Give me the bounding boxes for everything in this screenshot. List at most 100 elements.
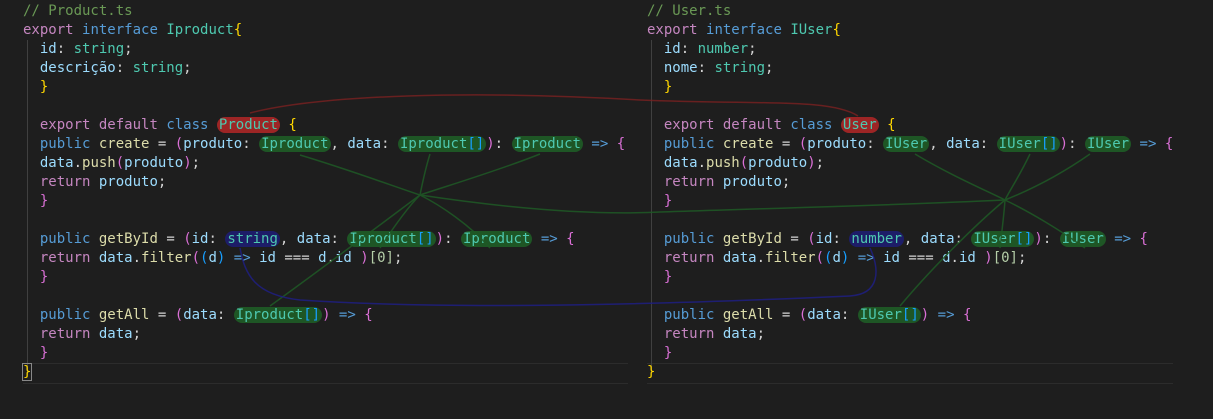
code-line[interactable]: public getById = (id: string, data: Ipro… [23, 230, 628, 249]
type: IUser [973, 231, 1016, 247]
type-highlighted: IUser [1059, 231, 1106, 247]
punct: . [326, 250, 335, 266]
brace: } [39, 269, 49, 285]
punct: : [115, 60, 133, 76]
keyword: public [663, 231, 715, 247]
type: Iproduct [349, 231, 417, 247]
code-line[interactable]: id: number; [647, 40, 1177, 59]
code-line[interactable]: } [23, 192, 628, 211]
code-line[interactable]: id: string; [23, 40, 628, 59]
punct: : [216, 307, 234, 323]
brace: } [647, 364, 656, 380]
brace: { [288, 117, 297, 133]
code-line[interactable]: export interface IUser{ [647, 21, 1177, 40]
type-highlighted: IUser[] [857, 307, 921, 323]
punct: ; [1017, 250, 1027, 266]
code-line[interactable]: public getById = (id: number, data: IUse… [647, 230, 1177, 249]
bracket: [] [1015, 231, 1033, 247]
code-line[interactable]: nome: string; [647, 59, 1177, 78]
code-line[interactable] [23, 211, 628, 230]
code-line[interactable]: } [647, 192, 1177, 211]
code-line[interactable]: return produto; [23, 173, 628, 192]
punct: : [832, 231, 850, 247]
editor-pane-product[interactable]: // Product.ts export interface Iproduct{… [21, 2, 628, 384]
code-line[interactable]: } [21, 363, 628, 382]
code-line[interactable]: } [23, 344, 628, 363]
punct: : [444, 231, 461, 247]
keyword: default [98, 117, 158, 133]
param: data [920, 231, 955, 247]
param: data [183, 307, 217, 323]
code-line[interactable]: data.push(produto); [23, 154, 628, 173]
punct: ; [124, 41, 133, 57]
method-name: filter [765, 250, 816, 266]
code-line[interactable]: } [23, 268, 628, 287]
paren: ( [798, 136, 808, 152]
punct: . [950, 250, 959, 266]
arrow: => [849, 250, 884, 266]
code-line[interactable]: return data; [647, 325, 1177, 344]
code-line[interactable]: public getAll = (data: IUser[]) => { [647, 306, 1177, 325]
code-line[interactable]: public getAll = (data: Iproduct[]) => { [23, 306, 628, 325]
code-line[interactable]: } [647, 78, 1177, 97]
code-line[interactable] [23, 287, 628, 306]
method-name: create [98, 136, 150, 152]
method-name: push [82, 155, 116, 171]
punct: ; [183, 60, 192, 76]
code-line[interactable]: return data; [23, 325, 628, 344]
keyword: public [663, 307, 715, 323]
arrow: => [330, 307, 365, 323]
identifier: id [958, 250, 976, 266]
code-line[interactable] [23, 97, 628, 116]
brace: { [832, 22, 841, 38]
editor-pane-user[interactable]: // User.ts export interface IUser{ id: n… [647, 2, 1177, 384]
type-highlighted: Iproduct[] [347, 231, 436, 247]
punct: ; [748, 41, 757, 57]
keyword: interface [82, 22, 158, 38]
punct: : [242, 136, 260, 152]
code-line[interactable]: } [23, 78, 628, 97]
code-line[interactable]: public create = (produto: Iproduct, data… [23, 135, 628, 154]
code-line[interactable]: return produto; [647, 173, 1177, 192]
code-line[interactable] [647, 287, 1177, 306]
param: d [832, 250, 841, 266]
keyword: return [39, 174, 91, 190]
punct: = [149, 307, 175, 323]
keyword: return [39, 250, 91, 266]
code-line[interactable]: } [647, 363, 1177, 382]
code-line[interactable]: export interface Iproduct{ [23, 21, 628, 40]
code-line[interactable] [647, 211, 1177, 230]
index: [0] [368, 250, 394, 266]
code-line[interactable]: // Product.ts [23, 2, 628, 21]
code-line[interactable]: return data.filter((d) => id === d.id )[… [647, 249, 1177, 268]
param: data [807, 307, 841, 323]
code-line[interactable]: // User.ts [647, 2, 1177, 21]
code-line[interactable]: export default class User { [647, 116, 1177, 135]
paren: ( [174, 136, 184, 152]
index: [0] [992, 250, 1018, 266]
keyword: public [39, 136, 91, 152]
param: produto [807, 136, 867, 152]
code-line[interactable]: return data.filter((d) => id === d.id )[… [23, 249, 628, 268]
type-highlighted: IUser[] [996, 136, 1060, 152]
code-line[interactable]: public create = (produto: IUser, data: I… [647, 135, 1177, 154]
code-line[interactable]: } [647, 268, 1177, 287]
keyword: public [663, 136, 715, 152]
paren: ) [351, 250, 369, 266]
code-line[interactable] [647, 97, 1177, 116]
paren: ) [183, 155, 192, 171]
punct: ; [191, 155, 201, 171]
identifier: data [39, 155, 74, 171]
punct: . [697, 155, 707, 171]
paren: ( [739, 155, 749, 171]
brace: } [663, 269, 673, 285]
punct: ; [157, 174, 167, 190]
code-line[interactable]: export default class Product { [23, 116, 628, 135]
code-line[interactable]: } [647, 344, 1177, 363]
code-line[interactable]: data.push(produto); [647, 154, 1177, 173]
keyword: default [722, 117, 782, 133]
identifier: data [663, 155, 698, 171]
punct: ; [132, 326, 142, 342]
code-line[interactable]: descrição: string; [23, 59, 628, 78]
identifier: d [318, 250, 327, 266]
